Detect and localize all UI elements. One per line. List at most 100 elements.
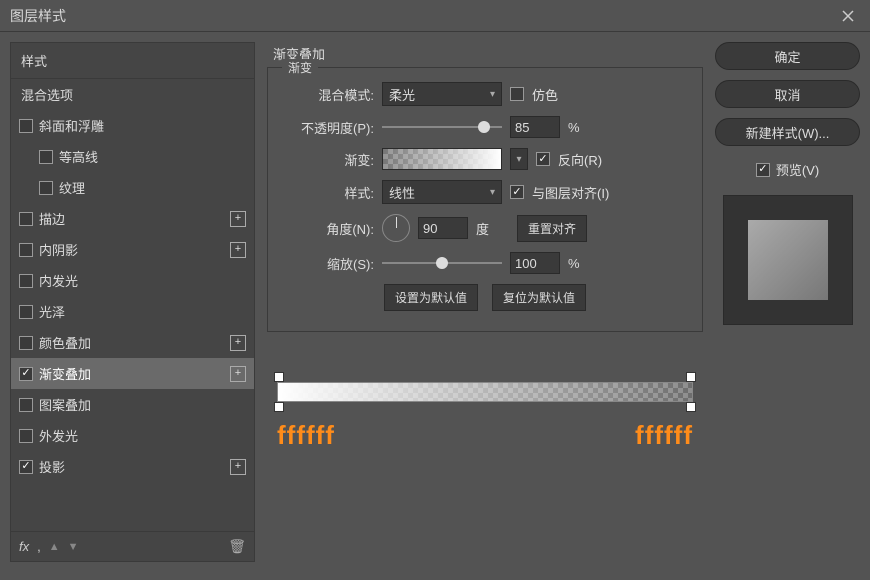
sidebar-header: 样式 bbox=[11, 43, 254, 79]
scale-input[interactable]: 100 bbox=[510, 252, 560, 274]
style-label: 颜色叠加 bbox=[39, 333, 91, 352]
style-checkbox[interactable] bbox=[19, 398, 33, 412]
styles-sidebar: 样式 混合选项 斜面和浮雕等高线纹理描边 + 内阴影 + 内发光光泽颜色叠加 + 渐变叠加 +… bbox=[10, 42, 255, 562]
style-label: 纹理 bbox=[59, 178, 85, 197]
opacity-input[interactable]: 85 bbox=[510, 116, 560, 138]
style-label: 投影 bbox=[39, 457, 65, 476]
reset-default-button[interactable]: 复位为默认值 bbox=[492, 284, 586, 311]
opacity-stop-left[interactable] bbox=[274, 372, 284, 382]
panel-label: 渐变 bbox=[282, 59, 318, 76]
style-checkbox[interactable] bbox=[19, 429, 33, 443]
style-item-7[interactable]: 颜色叠加 + bbox=[11, 327, 254, 358]
style-label: 描边 bbox=[39, 209, 65, 228]
align-label: 与图层对齐(I) bbox=[532, 183, 609, 202]
right-panel: 确定 取消 新建样式(W)... 预览(V) bbox=[715, 42, 860, 562]
preview-label: 预览(V) bbox=[776, 160, 819, 179]
style-item-6[interactable]: 光泽 bbox=[11, 296, 254, 327]
blending-options[interactable]: 混合选项 bbox=[11, 79, 254, 110]
gradient-dropdown[interactable]: ▾ bbox=[510, 148, 528, 170]
style-checkbox[interactable] bbox=[39, 181, 53, 195]
style-checkbox[interactable] bbox=[39, 150, 53, 164]
style-checkbox[interactable] bbox=[19, 336, 33, 350]
style-label: 样式: bbox=[284, 183, 374, 202]
style-item-2[interactable]: 纹理 bbox=[11, 172, 254, 203]
style-item-8[interactable]: 渐变叠加 + bbox=[11, 358, 254, 389]
style-checkbox[interactable] bbox=[19, 274, 33, 288]
style-item-11[interactable]: 投影 + bbox=[11, 451, 254, 482]
style-select[interactable]: 线性 ▾ bbox=[382, 180, 502, 204]
style-label: 斜面和浮雕 bbox=[39, 116, 104, 135]
scale-slider[interactable] bbox=[382, 253, 502, 273]
style-item-3[interactable]: 描边 + bbox=[11, 203, 254, 234]
angle-unit: 度 bbox=[476, 219, 489, 238]
style-checkbox[interactable] bbox=[19, 305, 33, 319]
gradient-preview[interactable] bbox=[382, 148, 502, 170]
style-item-10[interactable]: 外发光 bbox=[11, 420, 254, 451]
new-style-button[interactable]: 新建样式(W)... bbox=[715, 118, 860, 146]
plus-icon[interactable]: + bbox=[230, 335, 246, 351]
style-checkbox[interactable] bbox=[19, 212, 33, 226]
angle-label: 角度(N): bbox=[284, 219, 374, 238]
preview-checkbox[interactable] bbox=[756, 163, 770, 177]
style-label: 等高线 bbox=[59, 147, 98, 166]
close-icon[interactable] bbox=[836, 4, 860, 28]
style-item-4[interactable]: 内阴影 + bbox=[11, 234, 254, 265]
angle-dial[interactable] bbox=[382, 214, 410, 242]
opacity-label: 不透明度(P): bbox=[284, 118, 374, 137]
style-label: 图案叠加 bbox=[39, 395, 91, 414]
gradient-label: 渐变: bbox=[284, 150, 374, 169]
plus-icon[interactable]: + bbox=[230, 211, 246, 227]
gradient-editor: ffffff ffffff bbox=[267, 382, 703, 451]
annotation-right: ffffff bbox=[635, 420, 693, 451]
style-checkbox[interactable] bbox=[19, 367, 33, 381]
color-stop-left[interactable] bbox=[274, 402, 284, 412]
style-label: 渐变叠加 bbox=[39, 364, 91, 383]
style-item-9[interactable]: 图案叠加 bbox=[11, 389, 254, 420]
gradient-panel: 渐变 混合模式: 柔光 ▾ 仿色 不透明度(P): 85 % 渐变: bbox=[267, 67, 703, 332]
blend-mode-select[interactable]: 柔光 ▾ bbox=[382, 82, 502, 106]
titlebar: 图层样式 bbox=[0, 0, 870, 32]
style-item-5[interactable]: 内发光 bbox=[11, 265, 254, 296]
scale-label: 缩放(S): bbox=[284, 254, 374, 273]
align-checkbox[interactable] bbox=[510, 185, 524, 199]
main-panel: 渐变叠加 渐变 混合模式: 柔光 ▾ 仿色 不透明度(P): 85 % bbox=[267, 42, 703, 562]
opacity-slider[interactable] bbox=[382, 117, 502, 137]
sidebar-footer: fx , ▲ ▼ 🗑 bbox=[11, 531, 254, 561]
style-label: 内发光 bbox=[39, 271, 78, 290]
style-checkbox[interactable] bbox=[19, 243, 33, 257]
set-default-button[interactable]: 设置为默认值 bbox=[384, 284, 478, 311]
plus-icon[interactable]: + bbox=[230, 242, 246, 258]
style-checkbox[interactable] bbox=[19, 119, 33, 133]
section-title: 渐变叠加 bbox=[267, 42, 703, 67]
window-title: 图层样式 bbox=[10, 6, 836, 26]
trash-icon[interactable]: 🗑 bbox=[228, 538, 246, 555]
preview-box bbox=[723, 195, 853, 325]
arrow-down-icon[interactable]: ▼ bbox=[68, 541, 79, 553]
plus-icon[interactable]: + bbox=[230, 459, 246, 475]
preview-swatch bbox=[748, 220, 828, 300]
style-label: 内阴影 bbox=[39, 240, 78, 259]
cancel-button[interactable]: 取消 bbox=[715, 80, 860, 108]
gradient-bar[interactable] bbox=[277, 382, 693, 402]
ok-button[interactable]: 确定 bbox=[715, 42, 860, 70]
opacity-stop-right[interactable] bbox=[686, 372, 696, 382]
style-label: 光泽 bbox=[39, 302, 65, 321]
plus-icon[interactable]: + bbox=[230, 366, 246, 382]
angle-input[interactable]: 90 bbox=[418, 217, 468, 239]
chevron-down-icon: ▾ bbox=[490, 89, 495, 100]
color-stop-right[interactable] bbox=[686, 402, 696, 412]
reset-align-button[interactable]: 重置对齐 bbox=[517, 215, 587, 242]
style-item-0[interactable]: 斜面和浮雕 bbox=[11, 110, 254, 141]
dither-label: 仿色 bbox=[532, 85, 558, 104]
chevron-down-icon: ▾ bbox=[490, 187, 495, 198]
fx-icon[interactable]: fx bbox=[19, 539, 29, 554]
style-list: 斜面和浮雕等高线纹理描边 + 内阴影 + 内发光光泽颜色叠加 + 渐变叠加 + 图案叠加外发光投… bbox=[11, 110, 254, 531]
annotation-left: ffffff bbox=[277, 420, 335, 451]
arrow-up-icon[interactable]: ▲ bbox=[49, 541, 60, 553]
dither-checkbox[interactable] bbox=[510, 87, 524, 101]
reverse-label: 反向(R) bbox=[558, 150, 602, 169]
style-checkbox[interactable] bbox=[19, 460, 33, 474]
reverse-checkbox[interactable] bbox=[536, 152, 550, 166]
style-label: 外发光 bbox=[39, 426, 78, 445]
style-item-1[interactable]: 等高线 bbox=[11, 141, 254, 172]
